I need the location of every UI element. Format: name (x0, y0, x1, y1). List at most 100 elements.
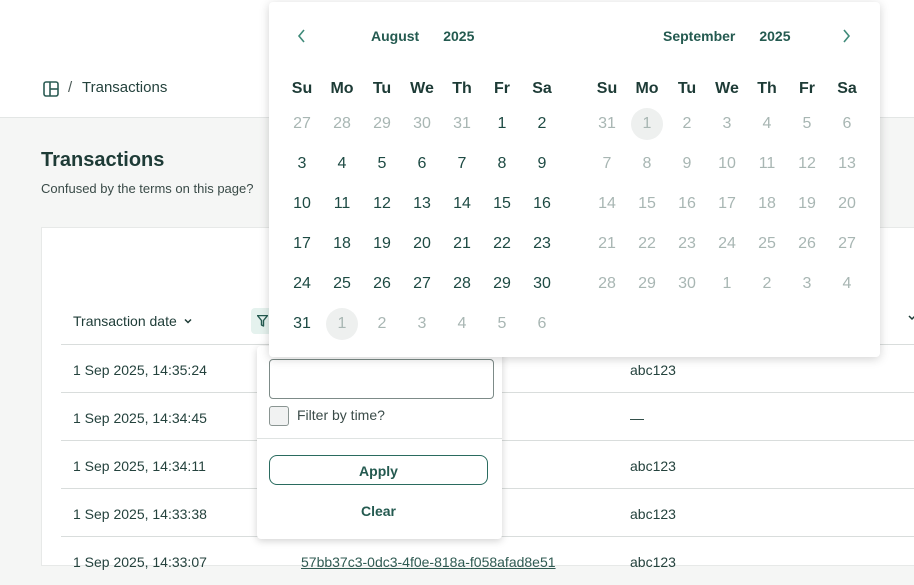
calendar-day[interactable]: 23 (526, 228, 558, 260)
calendar-day[interactable]: 26 (366, 268, 398, 300)
calendar-day[interactable]: 21 (591, 228, 623, 260)
calendar-day[interactable]: 10 (711, 148, 743, 180)
calendar-day[interactable]: 1 (326, 308, 358, 340)
weekday-header: Tu (372, 80, 392, 97)
calendar-day[interactable]: 20 (831, 188, 863, 220)
calendar-day[interactable]: 1 (486, 108, 518, 140)
calendar-day[interactable]: 18 (326, 228, 358, 260)
clear-button[interactable]: Clear (269, 500, 488, 522)
calendar-day[interactable]: 4 (326, 148, 358, 180)
transaction-id-link[interactable]: 57bb37c3-0dc3-4f0e-818a-f058afad8e51 (301, 554, 556, 570)
calendar-day[interactable]: 9 (526, 148, 558, 180)
calendar-day[interactable]: 27 (406, 268, 438, 300)
calendar-day[interactable]: 19 (366, 228, 398, 260)
calendar-day[interactable]: 14 (591, 188, 623, 220)
year-name[interactable]: 2025 (759, 28, 790, 44)
calendar-day[interactable]: 15 (631, 188, 663, 220)
calendar-day[interactable]: 10 (286, 188, 318, 220)
calendar-day[interactable]: 31 (591, 108, 623, 140)
calendar-day[interactable]: 18 (751, 188, 783, 220)
calendar-day[interactable]: 31 (446, 108, 478, 140)
calendar-day[interactable]: 28 (326, 108, 358, 140)
calendar-day[interactable]: 15 (486, 188, 518, 220)
calendar-day[interactable]: 5 (791, 108, 823, 140)
calendar-day[interactable]: 24 (286, 268, 318, 300)
calendar-day[interactable]: 11 (751, 148, 783, 180)
calendar-day[interactable]: 16 (671, 188, 703, 220)
transaction-date-label: Transaction date (73, 313, 177, 329)
year-name[interactable]: 2025 (443, 28, 474, 44)
calendar-day[interactable]: 12 (366, 188, 398, 220)
month-name[interactable]: August (371, 28, 419, 44)
calendar-day[interactable]: 8 (486, 148, 518, 180)
calendar-day[interactable]: 31 (286, 308, 318, 340)
chevron-down-icon[interactable] (908, 313, 914, 323)
calendar-day[interactable]: 3 (791, 268, 823, 300)
calendar-day[interactable]: 26 (791, 228, 823, 260)
filter-by-time-checkbox[interactable] (269, 406, 289, 426)
filter-popup: Filter by time? Apply Clear (257, 346, 502, 539)
calendar-day[interactable]: 24 (711, 228, 743, 260)
calendar-day[interactable]: 2 (366, 308, 398, 340)
calendar-day[interactable]: 12 (791, 148, 823, 180)
calendar-day[interactable]: 20 (406, 228, 438, 260)
page-subtitle[interactable]: Confused by the terms on this page? (41, 181, 269, 196)
calendar-day[interactable]: 13 (406, 188, 438, 220)
calendar-day[interactable]: 17 (711, 188, 743, 220)
calendar-day[interactable]: 7 (591, 148, 623, 180)
calendar-day[interactable]: 16 (526, 188, 558, 220)
calendar-day[interactable]: 25 (326, 268, 358, 300)
calendar-day[interactable]: 27 (286, 108, 318, 140)
table-row[interactable]: 1 Sep 2025, 14:33:07 57bb37c3-0dc3-4f0e-8… (61, 536, 914, 585)
calendar-day[interactable]: 29 (366, 108, 398, 140)
calendar-day[interactable]: 5 (366, 148, 398, 180)
calendar-day[interactable]: 2 (526, 108, 558, 140)
month-name[interactable]: September (663, 28, 735, 44)
calendar-day[interactable]: 13 (831, 148, 863, 180)
calendar-day[interactable]: 4 (446, 308, 478, 340)
filter-input[interactable] (269, 359, 494, 399)
calendar-day[interactable]: 6 (526, 308, 558, 340)
calendar-day[interactable]: 1 (631, 108, 663, 140)
calendar-day[interactable]: 4 (751, 108, 783, 140)
calendar-day[interactable]: 30 (671, 268, 703, 300)
calendar-day[interactable]: 30 (406, 108, 438, 140)
calendar-day[interactable]: 6 (831, 108, 863, 140)
calendar-day[interactable]: 29 (486, 268, 518, 300)
chevron-down-icon (184, 318, 192, 324)
calendar-day[interactable]: 2 (671, 108, 703, 140)
calendar-day[interactable]: 21 (446, 228, 478, 260)
calendar-day[interactable]: 27 (831, 228, 863, 260)
calendar-day[interactable]: 30 (526, 268, 558, 300)
calendar-day[interactable]: 25 (751, 228, 783, 260)
calendar-day[interactable]: 3 (406, 308, 438, 340)
apply-button[interactable]: Apply (269, 455, 488, 485)
calendar-day[interactable]: 1 (711, 268, 743, 300)
calendar-day[interactable]: 28 (446, 268, 478, 300)
calendar-day[interactable]: 22 (631, 228, 663, 260)
calendar-day[interactable]: 29 (631, 268, 663, 300)
calendar-day[interactable]: 14 (446, 188, 478, 220)
calendar-day[interactable]: 3 (711, 108, 743, 140)
weekday-header: Sa (532, 80, 552, 97)
calendar-day[interactable]: 28 (591, 268, 623, 300)
filter-by-time-label[interactable]: Filter by time? (297, 407, 385, 423)
calendar-day[interactable]: 11 (326, 188, 358, 220)
weekday-header: Th (757, 80, 777, 97)
calendar-day[interactable]: 17 (286, 228, 318, 260)
calendar-day[interactable]: 8 (631, 148, 663, 180)
calendar-day[interactable]: 22 (486, 228, 518, 260)
calendar-day[interactable]: 4 (831, 268, 863, 300)
calendar-day[interactable]: 23 (671, 228, 703, 260)
chevron-left-icon[interactable] (294, 26, 310, 46)
calendar-day[interactable]: 2 (751, 268, 783, 300)
calendar-day[interactable]: 9 (671, 148, 703, 180)
layout-panel-icon[interactable] (43, 81, 59, 97)
calendar-day[interactable]: 19 (791, 188, 823, 220)
calendar-day[interactable]: 5 (486, 308, 518, 340)
chevron-right-icon[interactable] (838, 26, 854, 46)
calendar-day[interactable]: 7 (446, 148, 478, 180)
calendar-day[interactable]: 3 (286, 148, 318, 180)
transaction-date-header[interactable]: Transaction date (73, 313, 193, 329)
calendar-day[interactable]: 6 (406, 148, 438, 180)
